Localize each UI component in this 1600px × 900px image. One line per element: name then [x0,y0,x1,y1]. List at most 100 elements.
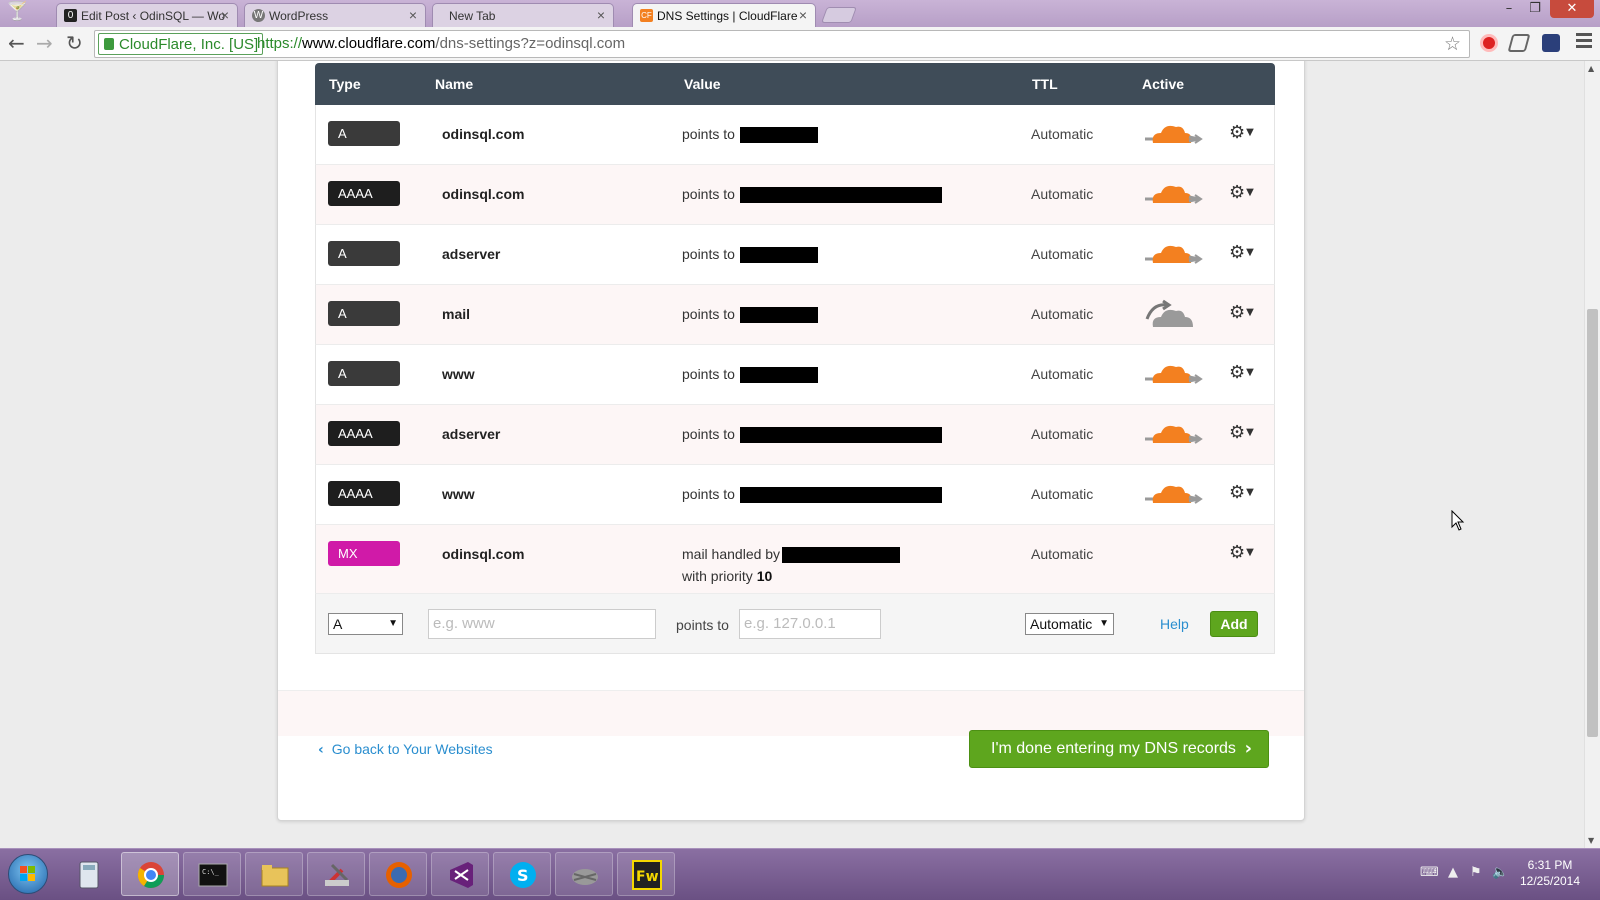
browser-profile-icon[interactable]: 🍸 [6,1,40,25]
record-ttl[interactable]: Automatic [1031,546,1093,562]
record-type-badge[interactable]: AAAA [328,421,400,446]
record-settings-gear-icon[interactable]: ⚙▼ [1229,363,1254,383]
record-settings-gear-icon[interactable]: ⚙▼ [1229,243,1254,263]
scroll-down-icon[interactable]: ▼ [1588,836,1594,845]
close-tab-icon[interactable]: × [799,7,807,23]
record-ttl[interactable]: Automatic [1031,426,1093,442]
show-hidden-icons[interactable]: ▲ [1448,865,1458,880]
record-settings-gear-icon[interactable]: ⚙▼ [1229,483,1254,503]
back-to-websites-link[interactable]: ‹ Go back to Your Websites [318,741,493,758]
record-settings-gear-icon[interactable]: ⚙▼ [1229,123,1254,143]
record-value-input[interactable]: e.g. 127.0.0.1 [739,609,881,639]
tab-edit-post[interactable]: 0 Edit Post ‹ OdinSQL — Wo × [56,3,238,27]
taskbar-fireworks-button[interactable]: Fw [617,852,675,896]
page-scrollbar[interactable]: ▲ ▼ [1584,61,1600,848]
tab-dns-settings[interactable]: CF DNS Settings | CloudFlare × [632,3,816,27]
record-settings-gear-icon[interactable]: ⚙▼ [1229,303,1254,323]
record-settings-gear-icon[interactable]: ⚙▼ [1229,183,1254,203]
taskbar-tools-button[interactable] [307,852,365,896]
record-settings-gear-icon[interactable]: ⚙▼ [1229,423,1254,443]
taskbar-visual-studio-button[interactable] [431,852,489,896]
cloudflare-on-icon[interactable] [1143,119,1205,149]
record-name[interactable]: odinsql.com [442,546,524,562]
record-type-badge[interactable]: A [328,301,400,326]
record-type-badge[interactable]: A [328,121,400,146]
record-name[interactable]: www [442,486,475,502]
record-name[interactable]: odinsql.com [442,186,524,202]
close-tab-icon[interactable]: × [221,7,229,23]
taskbar-file-explorer-button[interactable] [245,852,303,896]
redacted-value[interactable] [740,247,818,263]
record-type-badge[interactable]: MX [328,541,400,566]
new-tab-button[interactable] [821,7,857,23]
start-button[interactable] [8,854,48,894]
tab-wordpress[interactable]: W WordPress × [244,3,426,27]
back-arrow-icon[interactable]: ← [8,32,25,54]
redacted-value[interactable] [740,307,818,323]
tab-new-tab[interactable]: New Tab × [432,3,614,27]
restore-icon[interactable]: ❐ [1522,0,1548,18]
close-tab-icon[interactable]: × [409,7,417,23]
record-name[interactable]: adserver [442,246,500,262]
cloudflare-off-icon[interactable] [1143,299,1205,329]
keyboard-icon[interactable]: ⌨ [1420,865,1439,880]
redacted-value[interactable] [740,487,942,503]
help-link[interactable]: Help [1160,616,1189,632]
redacted-value[interactable] [740,367,818,383]
security-badge[interactable]: CloudFlare, Inc. [US] [98,33,264,55]
mx-priority[interactable]: with priority 10 [682,568,772,584]
record-name[interactable]: odinsql.com [442,126,524,142]
minimize-icon[interactable]: – [1496,0,1522,18]
taskbar-network-tool-button[interactable] [555,852,613,896]
record-type-badge[interactable]: A [328,361,400,386]
record-name[interactable]: mail [442,306,470,322]
cloudflare-on-icon[interactable] [1143,179,1205,209]
bookmark-star-icon[interactable]: ☆ [1444,33,1461,55]
redacted-value[interactable] [782,547,900,563]
record-type-badge[interactable]: A [328,241,400,266]
record-name[interactable]: www [442,366,475,382]
taskbar-calculator-button[interactable] [59,852,117,896]
extension-icon[interactable] [1507,34,1531,52]
scroll-up-icon[interactable]: ▲ [1588,64,1594,73]
taskbar-command-prompt-button[interactable]: C:\_ [183,852,241,896]
window-close-icon[interactable]: ✕ [1550,0,1594,18]
redacted-value[interactable] [740,187,942,203]
volume-icon[interactable]: 🔈 [1492,865,1508,880]
record-ttl[interactable]: Automatic [1031,486,1093,502]
record-type-badge[interactable]: AAAA [328,181,400,206]
taskbar-skype-button[interactable]: S [493,852,551,896]
record-type-select[interactable]: A ▼ [328,613,403,635]
ttl-select[interactable]: Automatic ▼ [1025,613,1114,635]
table-header: Type Name Value TTL Active [315,63,1275,105]
adblock-extension-icon[interactable] [1480,34,1498,52]
system-clock[interactable]: 6:31 PM 12/25/2014 [1512,857,1588,889]
reload-icon[interactable]: ↻ [66,32,83,54]
record-ttl[interactable]: Automatic [1031,126,1093,142]
taskbar-chrome-button[interactable] [121,852,179,896]
record-ttl[interactable]: Automatic [1031,306,1093,322]
menu-icon[interactable] [1576,33,1592,49]
redacted-value[interactable] [740,427,942,443]
redacted-value[interactable] [740,127,818,143]
cloudflare-on-icon[interactable] [1143,239,1205,269]
cloudflare-on-icon[interactable] [1143,359,1205,389]
taskbar-firefox-button[interactable] [369,852,427,896]
record-settings-gear-icon[interactable]: ⚙▼ [1229,543,1254,563]
action-center-flag-icon[interactable]: ⚑ [1470,865,1482,880]
forward-arrow-icon[interactable]: → [36,32,53,54]
scrollbar-thumb[interactable] [1587,309,1598,737]
extension-icon-2[interactable] [1542,34,1560,52]
record-ttl[interactable]: Automatic [1031,186,1093,202]
record-name[interactable]: adserver [442,426,500,442]
close-tab-icon[interactable]: × [597,7,605,23]
record-ttl[interactable]: Automatic [1031,246,1093,262]
done-entering-dns-button[interactable]: I'm done entering my DNS records › [969,730,1269,768]
add-record-button[interactable]: Add [1210,611,1258,637]
record-name-input[interactable]: e.g. www [428,609,656,639]
cloudflare-on-icon[interactable] [1143,419,1205,449]
record-ttl[interactable]: Automatic [1031,366,1093,382]
cloudflare-on-icon[interactable] [1143,479,1205,509]
address-bar[interactable]: CloudFlare, Inc. [US] https://www.cloudf… [94,30,1470,58]
record-type-badge[interactable]: AAAA [328,481,400,506]
